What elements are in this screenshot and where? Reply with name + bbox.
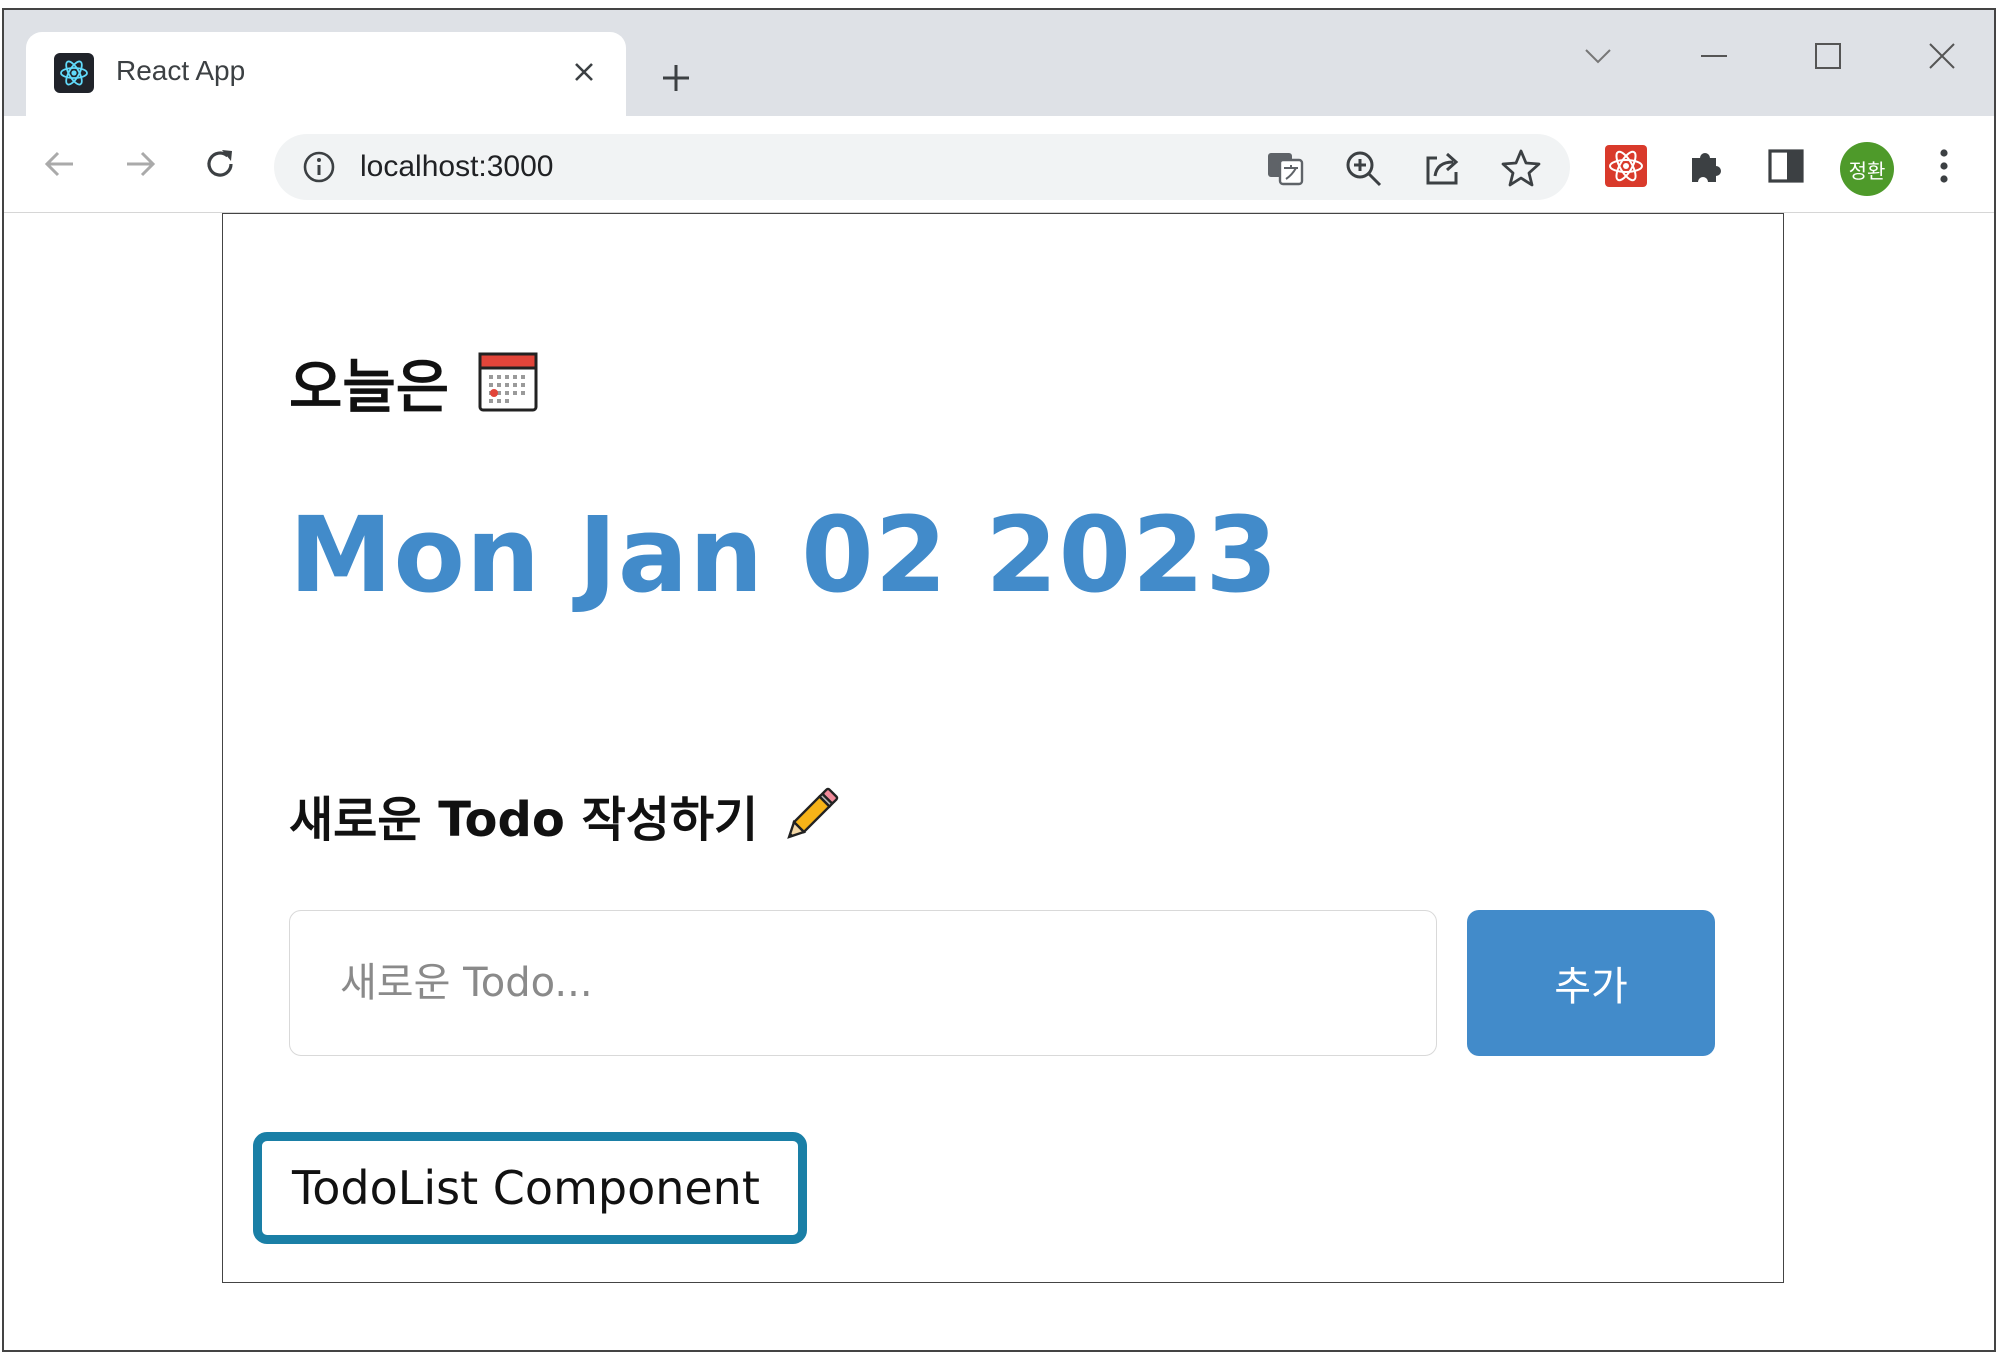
today-header: 오늘은 xyxy=(289,340,539,424)
browser-toolbar: localhost:3000 정환 xyxy=(4,116,1994,213)
app-container: 오늘은 Mon Jan 02 2023 새로운 Todo 작성하기 새로운 To… xyxy=(222,213,1784,1283)
close-icon[interactable] xyxy=(1918,32,1966,80)
today-label: 오늘은 xyxy=(289,353,450,421)
add-button[interactable]: 추가 xyxy=(1467,910,1715,1056)
plus-icon[interactable] xyxy=(654,56,698,100)
share-icon[interactable] xyxy=(1422,147,1464,189)
arrow-right-icon[interactable] xyxy=(116,140,164,188)
browser-tab[interactable]: React App xyxy=(26,32,626,116)
reload-icon[interactable] xyxy=(196,140,244,188)
maximize-icon[interactable] xyxy=(1804,32,1852,80)
browser-window: React App localhost:3000 정환 오늘은 Mon Jan … xyxy=(2,8,1996,1352)
minimize-icon[interactable] xyxy=(1690,32,1738,80)
calendar-icon xyxy=(477,351,539,413)
todolist-component: TodoList Component xyxy=(253,1132,807,1244)
info-icon[interactable] xyxy=(300,148,338,186)
current-date: Mon Jan 02 2023 xyxy=(289,494,1279,616)
page-viewport: 오늘은 Mon Jan 02 2023 새로운 Todo 작성하기 새로운 To… xyxy=(4,213,1994,1350)
react-logo-icon xyxy=(54,53,94,93)
zoom-in-icon[interactable] xyxy=(1342,147,1384,189)
address-bar[interactable]: localhost:3000 xyxy=(274,134,1570,200)
editor-title: 새로운 Todo 작성하기 xyxy=(289,792,759,848)
puzzle-icon[interactable] xyxy=(1684,144,1728,188)
chevron-down-icon[interactable] xyxy=(1574,32,1622,80)
new-todo-input[interactable] xyxy=(289,910,1437,1056)
close-icon[interactable] xyxy=(564,52,604,92)
star-icon[interactable] xyxy=(1500,147,1542,189)
kebab-menu-icon[interactable] xyxy=(1922,144,1966,188)
tab-title: React App xyxy=(116,55,246,86)
side-panel-icon[interactable] xyxy=(1764,144,1808,188)
todolist-label: TodoList Component xyxy=(292,1161,760,1215)
avatar[interactable]: 정환 xyxy=(1840,142,1894,196)
react-devtools-icon[interactable] xyxy=(1604,144,1648,188)
url-text: localhost:3000 xyxy=(360,150,554,183)
arrow-left-icon[interactable] xyxy=(36,140,84,188)
editor-heading: 새로운 Todo 작성하기 xyxy=(289,780,840,850)
pencil-icon xyxy=(782,786,840,844)
translate-icon[interactable] xyxy=(1264,147,1306,189)
tab-strip: React App xyxy=(4,10,1994,116)
